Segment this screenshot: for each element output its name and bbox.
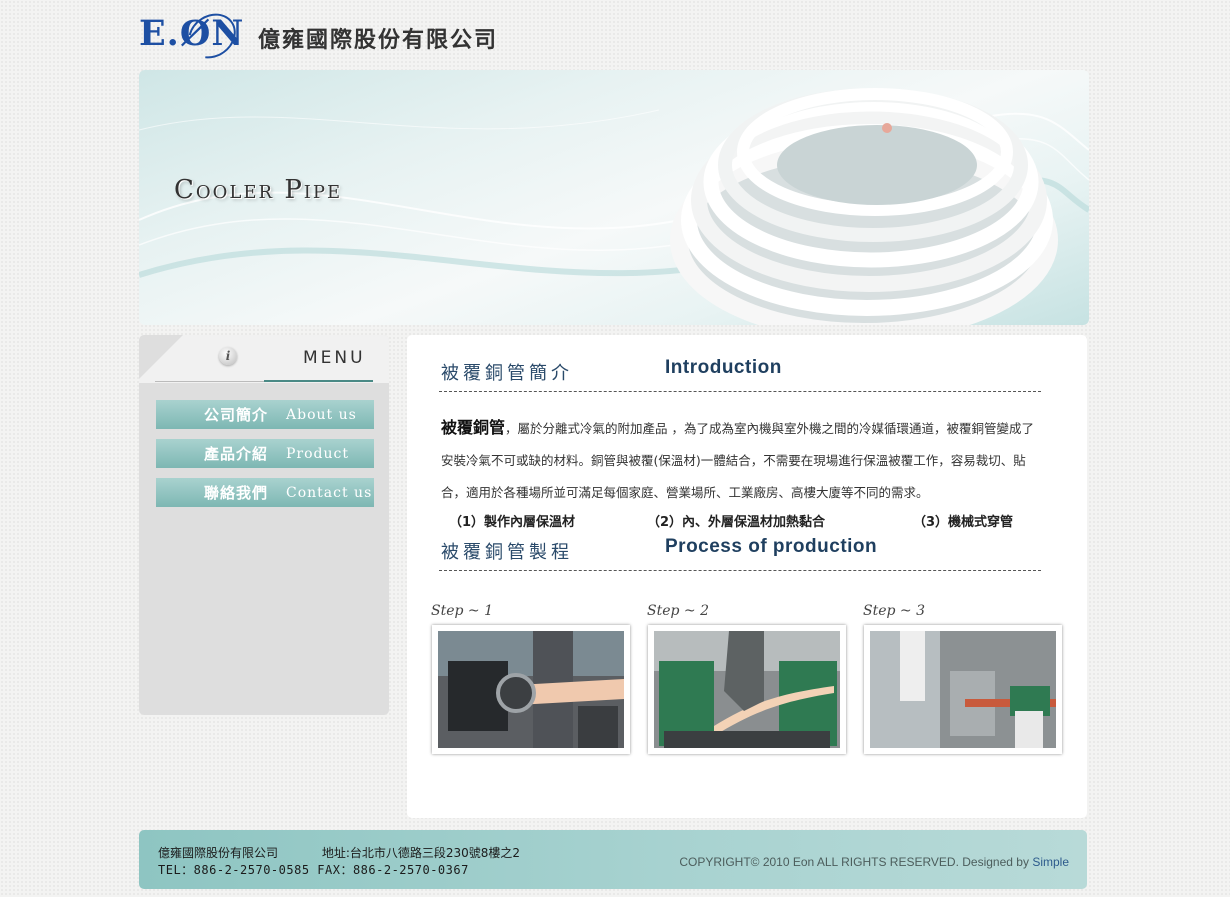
menu-title: MENU	[303, 348, 366, 368]
designer-link[interactable]: Simple	[1032, 855, 1069, 869]
info-icon: i	[219, 347, 237, 365]
step-label: Step ~ 2	[647, 603, 710, 619]
footer-address: 地址:台北市八德路三段230號8樓之2	[321, 846, 521, 860]
step-1-image	[438, 631, 624, 748]
step-2-image	[654, 631, 840, 748]
step-3-photo	[864, 625, 1062, 754]
site-footer: 億雍國際股份有限公司 地址:台北市八德路三段230號8樓之2 TEL：886-2…	[139, 830, 1087, 889]
logo-mark: E.ØN	[139, 3, 245, 68]
company-name: 億雍國際股份有限公司	[258, 28, 499, 53]
hero-banner: Cooler Pipe	[139, 70, 1089, 325]
intro-paragraph: 被覆銅管，屬於分離式冷氣的附加產品 ，為了成為室內機與室外機之間的冷媒循環通道，…	[441, 412, 1041, 509]
intro-body: ，屬於分離式冷氣的附加產品 ，為了成為室內機與室外機之間的冷媒循環通道，被覆銅管…	[441, 421, 1034, 500]
menu-item-contact-us[interactable]: 聯絡我們 Contact us	[156, 478, 374, 507]
banner-title: Cooler Pipe	[174, 175, 343, 205]
process-step-3: Step ~ 3	[863, 603, 1063, 754]
step-label: Step ~ 3	[863, 603, 926, 619]
step-2-photo	[648, 625, 846, 754]
step-label: Step ~ 1	[431, 603, 494, 619]
process-heading-en: Process of production	[665, 536, 878, 557]
intro-lead: 被覆銅管	[441, 418, 506, 437]
process-heading: 被覆銅管製程 Process of production	[439, 536, 1041, 571]
step-3-caption: （3）機械式穿管	[913, 515, 1014, 530]
menu-item-label-en: About us	[286, 406, 357, 423]
menu-item-label-zh: 產品介紹	[203, 445, 268, 463]
main-content: 被覆銅管簡介 Introduction 被覆銅管，屬於分離式冷氣的附加產品 ，為…	[407, 335, 1087, 818]
menu-item-product[interactable]: 產品介紹 Product	[156, 439, 374, 468]
menu-item-label-zh: 聯絡我們	[203, 484, 268, 502]
menu-item-label-zh: 公司簡介	[203, 406, 268, 424]
intro-heading: 被覆銅管簡介 Introduction	[439, 357, 1041, 392]
process-step-2: Step ~ 2	[647, 603, 847, 754]
copyright-text: COPYRIGHT© 2010 Eon ALL RIGHTS RESERVED.…	[679, 855, 1033, 869]
menu-item-label-en: Product	[286, 445, 349, 462]
step-1-photo	[432, 625, 630, 754]
sidebar-menu: i MENU 公司簡介 About us 產品介紹 Product 聯絡我們 C…	[139, 335, 389, 715]
step-1-caption: （1）製作內層保溫材	[449, 515, 576, 530]
coiled-pipe-image	[670, 88, 1058, 325]
step-3-image	[870, 631, 1056, 748]
step-2-caption: （2）內、外層保溫材加熱黏合	[647, 515, 826, 530]
footer-line-1: 億雍國際股份有限公司 地址:台北市八德路三段230號8樓之2	[158, 844, 520, 861]
site-logo[interactable]: E.ØN	[139, 3, 245, 68]
intro-heading-zh: 被覆銅管簡介	[441, 363, 573, 384]
footer-copyright: COPYRIGHT© 2010 Eon ALL RIGHTS RESERVED.…	[679, 855, 1069, 869]
menu-item-label-en: Contact us	[286, 484, 373, 501]
process-heading-zh: 被覆銅管製程	[441, 542, 573, 563]
footer-phone-fax: TEL：886-2-2570-0585 FAX：886-2-2570-0367	[158, 863, 469, 877]
process-step-1: Step ~ 1	[431, 603, 631, 754]
footer-company: 億雍國際股份有限公司	[158, 846, 279, 860]
intro-heading-en: Introduction	[665, 357, 782, 378]
menu-item-about-us[interactable]: 公司簡介 About us	[156, 400, 374, 429]
menu-divider-accent	[264, 380, 373, 382]
